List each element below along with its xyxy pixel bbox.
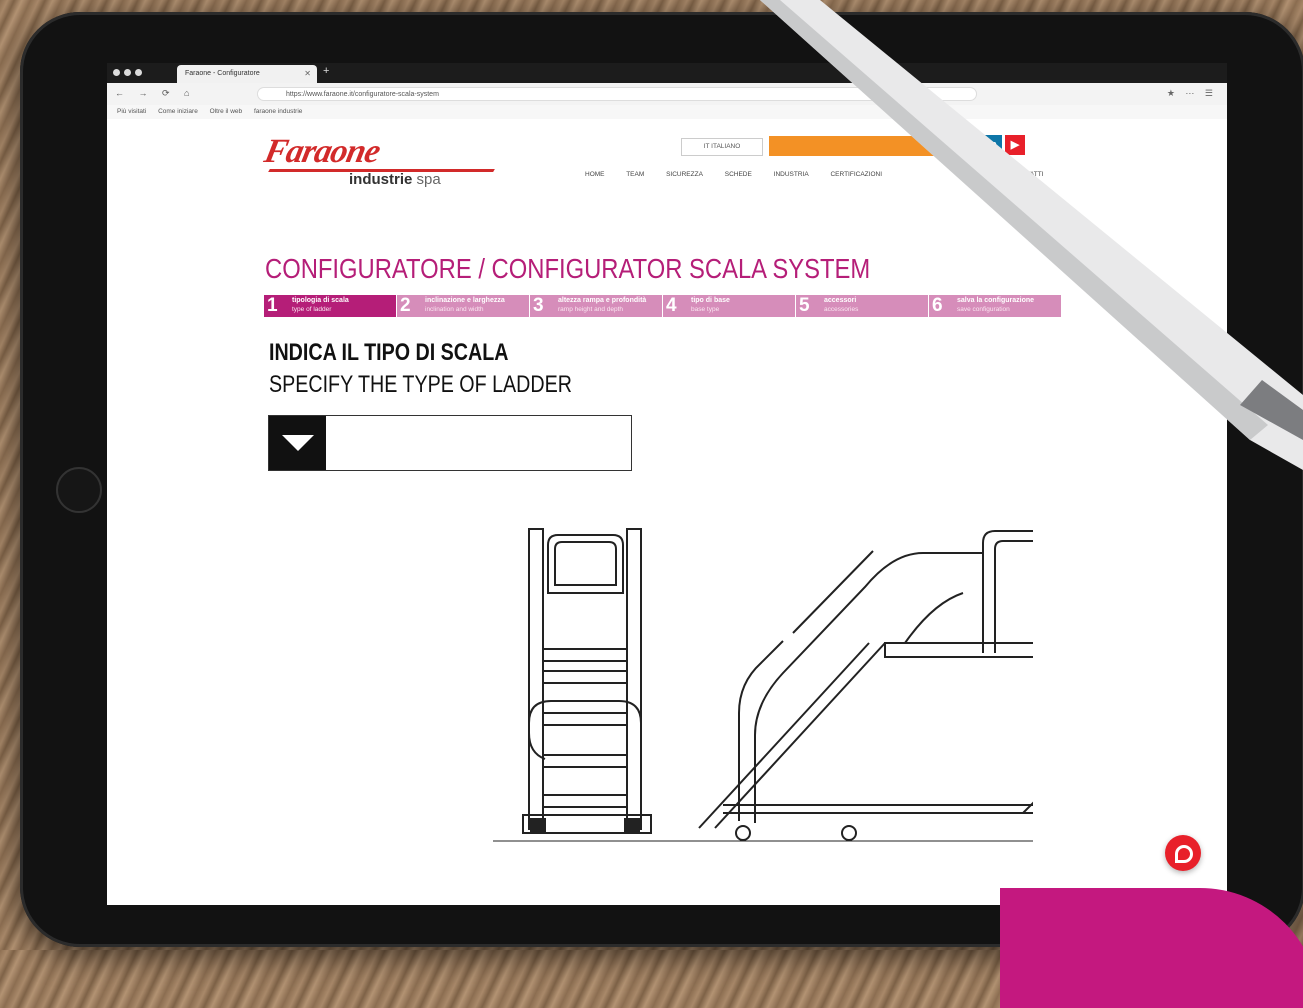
- ladder-front-view: [522, 528, 652, 834]
- configurator-steps: 1 tipologia di scala type of ladder 2 in…: [264, 295, 1062, 317]
- step-4[interactable]: 4 tipo di base base type: [663, 295, 795, 317]
- new-tab-icon[interactable]: +: [323, 65, 329, 77]
- nav-item-contatti[interactable]: CONTATTI: [1012, 171, 1044, 178]
- close-tab-icon[interactable]: ✕: [304, 65, 311, 83]
- ladder-illustration: [493, 528, 1033, 842]
- ladder-type-select[interactable]: [268, 415, 632, 471]
- navigation-arrows-icon[interactable]: ← → ⟳ ⌂: [115, 88, 195, 99]
- step-6[interactable]: 6 salva la configurazione save configura…: [929, 295, 1061, 317]
- step-1[interactable]: 1 tipologia di scala type of ladder: [264, 295, 396, 317]
- screen: Faraone - Configuratore ✕ + ← → ⟳ ⌂ http…: [107, 63, 1227, 905]
- bookmark-item[interactable]: Più visitati: [117, 108, 146, 115]
- bookmarks-bar: Più visitati Come iniziare Oltre il web …: [107, 105, 1227, 119]
- nav-item[interactable]: SCHEDE: [725, 171, 752, 178]
- window-controls[interactable]: [113, 69, 142, 76]
- tab-title: Faraone - Configuratore: [185, 70, 260, 77]
- nav-item[interactable]: CERTIFICAZIONI: [830, 171, 882, 178]
- url-field[interactable]: https://www.faraone.it/configuratore-sca…: [257, 87, 977, 101]
- site-logo[interactable]: Faraone industrie spa: [261, 133, 505, 193]
- language-select[interactable]: IT ITALIANO: [681, 138, 763, 156]
- youtube-icon[interactable]: ▶: [1005, 135, 1025, 155]
- address-bar-row: ← → ⟳ ⌂ https://www.faraone.it/configura…: [107, 83, 1227, 106]
- bookmark-item[interactable]: faraone industrie: [254, 108, 302, 115]
- bookmark-item[interactable]: Come iniziare: [158, 108, 198, 115]
- social-links: f in ▶: [959, 135, 1025, 155]
- home-button[interactable]: [56, 467, 102, 513]
- bookmark-item[interactable]: Oltre il web: [210, 108, 243, 115]
- browser-menu-icon[interactable]: ★ ⋯ ☰: [1167, 88, 1217, 99]
- logo-brand-text: Faraone: [261, 133, 383, 170]
- nav-item[interactable]: TEAM: [626, 171, 644, 178]
- dropdown-arrow-icon[interactable]: [269, 416, 326, 470]
- logo-subtitle: industrie spa: [349, 171, 441, 188]
- page-title: CONFIGURATORE / CONFIGURATOR SCALA SYSTE…: [265, 253, 871, 284]
- main-nav: HOME TEAM SICUREZZA SCHEDE INDUSTRIA CER…: [585, 171, 892, 178]
- browser-tab[interactable]: Faraone - Configuratore ✕: [177, 65, 317, 83]
- ladder-side-view: [698, 530, 1033, 841]
- nav-item[interactable]: HOME: [585, 171, 605, 178]
- step-2[interactable]: 2 inclinazione e larghezza inclination a…: [397, 295, 529, 317]
- step-3[interactable]: 3 altezza rampa e profondità ramp height…: [530, 295, 662, 317]
- browser-tabbar: Faraone - Configuratore ✕ +: [107, 63, 1227, 83]
- pink-corner-shape: [1000, 888, 1303, 1008]
- nav-item-faq[interactable]: FAQ: [1022, 193, 1035, 200]
- nav-item[interactable]: INDUSTRIA: [774, 171, 809, 178]
- facebook-icon[interactable]: f: [959, 135, 979, 155]
- linkedin-icon[interactable]: in: [982, 135, 1002, 155]
- step-5[interactable]: 5 accessori accessories: [796, 295, 928, 317]
- question-heading-en: SPECIFY THE TYPE OF LADDER: [269, 371, 572, 398]
- search-bar[interactable]: [769, 136, 969, 156]
- nav-item[interactable]: SICUREZZA: [666, 171, 703, 178]
- question-heading-it: INDICA IL TIPO DI SCALA: [269, 339, 509, 366]
- chat-button[interactable]: [1165, 835, 1201, 871]
